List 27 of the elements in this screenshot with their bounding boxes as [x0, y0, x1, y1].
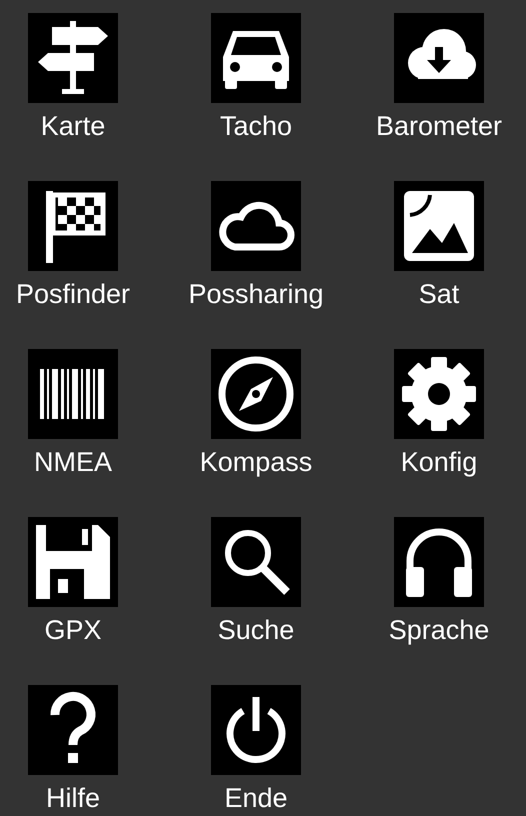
- menu-label[interactable]: Tacho: [220, 111, 292, 141]
- barcode-icon[interactable]: [28, 349, 118, 439]
- cloud-icon[interactable]: [211, 181, 301, 271]
- signpost-icon[interactable]: [28, 13, 118, 103]
- search-icon[interactable]: [211, 517, 301, 607]
- menu-label[interactable]: Karte: [40, 111, 106, 141]
- power-icon[interactable]: [211, 685, 301, 775]
- menu-label[interactable]: Ende: [224, 783, 288, 813]
- checkered-flag-icon[interactable]: [28, 181, 118, 271]
- image-icon[interactable]: [394, 181, 484, 271]
- cloud-download-icon[interactable]: [394, 13, 484, 103]
- menu-label[interactable]: Posfinder: [16, 279, 130, 309]
- question-mark-icon[interactable]: [28, 685, 118, 775]
- menu-label[interactable]: Possharing: [188, 279, 324, 309]
- menu-label[interactable]: NMEA: [34, 447, 112, 477]
- menu-label[interactable]: Sat: [418, 279, 460, 309]
- settings-icon[interactable]: [394, 349, 484, 439]
- menu-label[interactable]: Suche: [218, 615, 294, 645]
- compass-icon[interactable]: [211, 349, 301, 439]
- menu-label[interactable]: Sprache: [388, 615, 490, 645]
- menu-label[interactable]: Barometer: [376, 111, 502, 141]
- menu-label[interactable]: Kompass: [200, 447, 312, 477]
- car-icon[interactable]: [211, 13, 301, 103]
- menu-label[interactable]: Hilfe: [46, 783, 100, 813]
- menu-label[interactable]: Konfig: [400, 447, 478, 477]
- menu-label[interactable]: GPX: [44, 615, 102, 645]
- headphones-icon[interactable]: [394, 517, 484, 607]
